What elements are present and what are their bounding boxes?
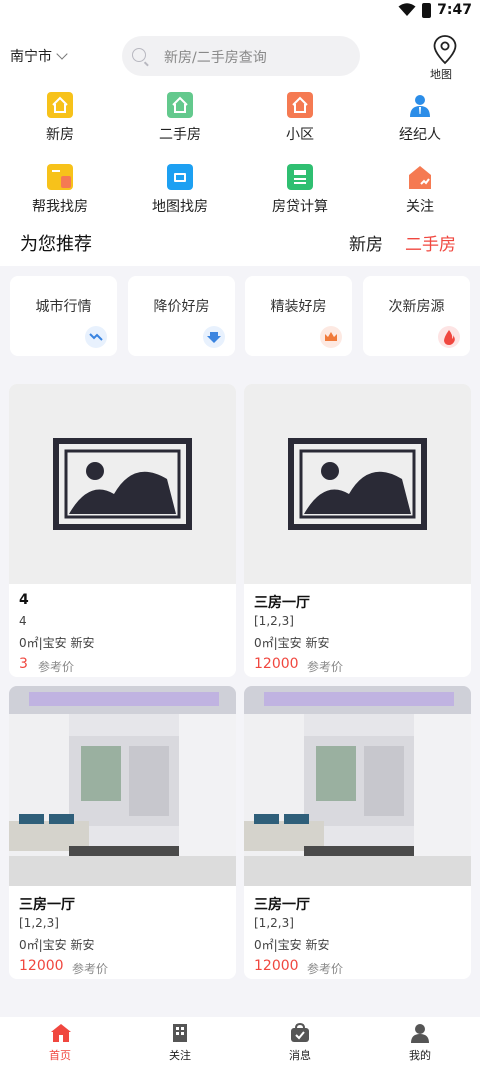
category-label: 新房 xyxy=(46,127,74,143)
listing-sub: 4 xyxy=(19,614,27,628)
category-label: 地图找房 xyxy=(152,199,208,215)
filter-newer-listings[interactable]: 次新房源 xyxy=(363,276,470,356)
listing-price-ref: 参考价 xyxy=(307,660,344,674)
category-mortgage[interactable]: 房贷计算 xyxy=(240,164,360,216)
listing-price: 12000 xyxy=(254,656,299,672)
category-label: 小区 xyxy=(286,127,314,143)
listing-location: 0㎡|宝安 新安 xyxy=(19,938,95,952)
nav-label: 首页 xyxy=(49,1049,71,1062)
listing-card[interactable]: 三房一厅 [1,2,3] 0㎡|宝安 新安 12000 参考价 xyxy=(244,686,471,979)
map-button[interactable]: 地图 xyxy=(426,34,464,81)
profile-icon xyxy=(410,1023,430,1043)
nav-follow[interactable]: 关注 xyxy=(120,1023,240,1063)
listing-price-ref: 参考价 xyxy=(72,962,109,976)
city-selector[interactable]: 南宁市 xyxy=(10,46,68,66)
listing-card[interactable]: 4 4 0㎡|宝安 新安 3 参考价 xyxy=(9,384,236,677)
listing-title: 4 xyxy=(19,592,29,608)
search-input[interactable]: 新房/二手房查询 xyxy=(122,36,360,76)
tab-second-hand[interactable]: 二手房 xyxy=(405,230,456,255)
listing-title: 三房一厅 xyxy=(254,897,310,913)
find-house-icon xyxy=(47,164,73,190)
new-house-icon xyxy=(47,92,73,118)
battery-icon xyxy=(422,2,432,18)
nav-label: 我的 xyxy=(409,1049,431,1062)
filter-cards: 城市行情 降价好房 精装好房 次新房源 xyxy=(0,276,480,356)
listing-title: 三房一厅 xyxy=(19,897,75,913)
trend-icon xyxy=(85,326,107,348)
follow-icon xyxy=(407,164,433,190)
category-new-house[interactable]: 新房 xyxy=(0,92,120,144)
listing-sub: [1,2,3] xyxy=(254,916,294,930)
filter-label: 精装好房 xyxy=(270,299,327,315)
mortgage-calculator-icon xyxy=(287,164,313,190)
category-label: 关注 xyxy=(406,199,434,215)
listing-title: 三房一厅 xyxy=(254,595,310,611)
community-icon xyxy=(287,92,313,118)
status-time: 7:47 xyxy=(437,2,472,18)
category-second-hand[interactable]: 二手房 xyxy=(120,92,240,144)
price-drop-icon xyxy=(203,326,225,348)
category-agent[interactable]: 经纪人 xyxy=(360,92,480,144)
listing-price: 3 xyxy=(19,656,28,672)
nav-profile[interactable]: 我的 xyxy=(360,1023,480,1063)
category-label: 房贷计算 xyxy=(272,199,328,215)
map-pin-icon xyxy=(433,35,457,65)
category-label: 经纪人 xyxy=(399,127,441,143)
image-placeholder-icon xyxy=(9,384,236,584)
category-map-search[interactable]: 地图找房 xyxy=(120,164,240,216)
filter-label: 次新房源 xyxy=(388,299,445,315)
listing-sub: [1,2,3] xyxy=(19,916,59,930)
nav-label: 消息 xyxy=(289,1049,311,1062)
listing-sub: [1,2,3] xyxy=(254,614,294,628)
listing-photo xyxy=(9,686,236,886)
map-label: 地图 xyxy=(430,68,452,81)
listing-card[interactable]: 三房一厅 [1,2,3] 0㎡|宝安 新安 12000 参考价 xyxy=(9,686,236,979)
filter-decorated[interactable]: 精装好房 xyxy=(245,276,352,356)
nav-label: 关注 xyxy=(169,1049,191,1062)
status-bar: 7:47 xyxy=(0,0,480,24)
filter-label: 城市行情 xyxy=(35,299,92,315)
search-icon xyxy=(132,48,146,62)
tab-new-house[interactable]: 新房 xyxy=(349,230,383,255)
category-find-house[interactable]: 帮我找房 xyxy=(0,164,120,216)
agent-icon xyxy=(407,92,433,118)
listing-card[interactable]: 三房一厅 [1,2,3] 0㎡|宝安 新安 12000 参考价 xyxy=(244,384,471,677)
recommend-title: 为您推荐 xyxy=(20,234,92,255)
bottom-nav: 首页 关注 消息 我的 xyxy=(0,1017,480,1067)
listing-photo xyxy=(244,686,471,886)
listing-price-ref: 参考价 xyxy=(307,962,344,976)
listing-location: 0㎡|宝安 新安 xyxy=(254,636,330,650)
filter-label: 降价好房 xyxy=(153,299,210,315)
nav-messages[interactable]: 消息 xyxy=(240,1022,360,1063)
listing-price: 12000 xyxy=(254,958,299,974)
second-hand-house-icon xyxy=(167,92,193,118)
listing-location: 0㎡|宝安 新安 xyxy=(19,636,95,650)
chevron-down-icon xyxy=(56,48,68,60)
fire-icon xyxy=(438,326,460,348)
building-icon xyxy=(170,1023,190,1043)
category-label: 帮我找房 xyxy=(32,199,88,215)
listing-price: 12000 xyxy=(19,958,64,974)
listing-price-ref: 参考价 xyxy=(38,660,75,674)
nav-home[interactable]: 首页 xyxy=(0,1023,120,1063)
message-bag-icon xyxy=(290,1022,310,1043)
category-follow[interactable]: 关注 xyxy=(360,164,480,216)
home-icon xyxy=(50,1023,71,1043)
city-label: 南宁市 xyxy=(10,49,52,65)
header: 南宁市 新房/二手房查询 地图 xyxy=(0,34,480,81)
recommend-bar: 为您推荐 新房 二手房 xyxy=(0,226,480,258)
filter-price-drop[interactable]: 降价好房 xyxy=(128,276,235,356)
search-placeholder: 新房/二手房查询 xyxy=(164,50,267,66)
wifi-icon xyxy=(398,3,416,16)
category-label: 二手房 xyxy=(159,127,201,143)
crown-icon xyxy=(320,326,342,348)
image-placeholder-icon xyxy=(244,384,471,584)
filter-city-trend[interactable]: 城市行情 xyxy=(10,276,117,356)
map-search-icon xyxy=(167,164,193,190)
listing-location: 0㎡|宝安 新安 xyxy=(254,938,330,952)
category-community[interactable]: 小区 xyxy=(240,92,360,144)
